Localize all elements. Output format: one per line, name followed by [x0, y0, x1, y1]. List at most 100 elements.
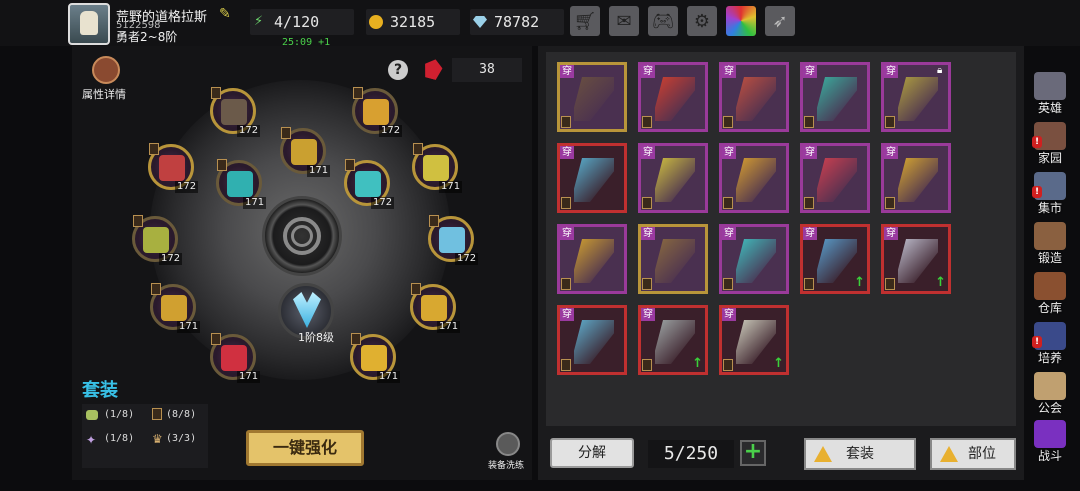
gear-icon[interactable]: ⚙ — [687, 6, 717, 36]
energy-counter[interactable]: ⚡ 4/120 — [250, 9, 354, 35]
item-art-icon — [898, 158, 938, 202]
gem-counter[interactable]: 78782 — [470, 9, 564, 35]
inventory-item[interactable]: 穿 — [800, 143, 870, 213]
set-badge-icon — [561, 359, 571, 371]
expand-capacity-button[interactable]: + — [740, 440, 766, 466]
item-art-icon — [817, 77, 857, 121]
inventory-item[interactable]: 穿 ↑ — [800, 224, 870, 294]
help-icon[interactable]: ? — [388, 60, 408, 80]
shop-cart-icon[interactable]: 🛒︎ — [570, 6, 600, 36]
sort-by-part-button[interactable]: 部位 — [930, 438, 1016, 470]
equipped-tag: 穿 — [803, 146, 817, 159]
equipped-tag: 穿 — [803, 227, 817, 240]
nav-house[interactable]: ! 家园 — [1028, 122, 1072, 166]
gem-value: 78782 — [494, 13, 540, 31]
equipment-item-icon — [159, 155, 185, 181]
nav-market[interactable]: ! 集市 — [1028, 172, 1072, 216]
lock-icon[interactable]: 🔒︎ — [937, 65, 947, 76]
nav-guild[interactable]: 公会 — [1028, 372, 1072, 416]
equipment-slot[interactable]: 171 — [412, 143, 463, 193]
sort-part-label: 部位 — [968, 446, 996, 462]
equipment-slot[interactable]: 171 — [350, 333, 401, 383]
inventory-item[interactable]: 穿 — [557, 224, 627, 294]
center-emblem — [262, 196, 342, 276]
equipped-tag: 穿 — [641, 65, 655, 78]
set-bow-icon — [86, 410, 98, 420]
equipment-item-icon — [361, 345, 387, 371]
inventory-item[interactable]: 穿 — [881, 143, 951, 213]
item-art-icon — [655, 77, 695, 121]
equipment-slot[interactable]: 171 — [410, 283, 461, 333]
nav-helmet[interactable]: 英雄 — [1028, 72, 1072, 116]
equipment-item-icon — [221, 345, 247, 371]
slot-badge-icon — [211, 333, 221, 345]
wings-icon — [293, 292, 321, 328]
equipment-slot[interactable]: 171 — [210, 333, 261, 383]
set-badge-icon — [885, 116, 895, 128]
player-avatar[interactable] — [68, 3, 110, 45]
equipment-wash-button[interactable]: 装备洗练 — [488, 432, 528, 472]
inventory-item[interactable]: 穿 — [638, 62, 708, 132]
attribute-details-label: 属性详情 — [82, 88, 126, 101]
inventory-item[interactable]: 穿 — [719, 62, 789, 132]
inventory-item[interactable]: 穿 — [719, 224, 789, 294]
slot-level: 172 — [159, 253, 183, 265]
inventory-item[interactable]: 穿 — [557, 62, 627, 132]
feather-icon[interactable]: ➶ — [765, 6, 795, 36]
nav-label: 英雄 — [1037, 101, 1062, 115]
equipment-slot[interactable]: 171 — [280, 127, 331, 177]
equipped-tag: 穿 — [560, 146, 574, 159]
one-click-enhance-button[interactable]: 一键强化 — [246, 430, 364, 466]
slot-level: 172 — [371, 197, 395, 209]
equipment-slot[interactable]: 171 — [150, 283, 201, 333]
gold-coin-icon — [369, 15, 383, 29]
wash-icon — [496, 432, 520, 456]
sort-set-label: 套装 — [846, 446, 874, 462]
decompose-button[interactable]: 分解 — [550, 438, 634, 468]
set-scroll-icon — [152, 408, 162, 420]
mail-icon[interactable]: ✉ — [609, 6, 639, 36]
inventory-item[interactable]: 穿 — [557, 305, 627, 375]
inventory-item[interactable]: 穿 ↑ — [719, 305, 789, 375]
nav-portal[interactable]: 战斗 — [1028, 420, 1072, 464]
nav-wizard[interactable]: ! 培养 — [1028, 322, 1072, 366]
equipment-slot[interactable]: 172 — [210, 87, 261, 137]
set-shuriken-icon: ✦ — [86, 433, 97, 447]
nav-anvil[interactable]: 锻造 — [1028, 222, 1072, 266]
set-badge-icon — [804, 197, 814, 209]
set-badge-icon — [723, 116, 733, 128]
edit-icon[interactable]: ✎ — [219, 6, 235, 22]
gamepad-icon[interactable]: 🎮︎ — [648, 6, 678, 36]
equipped-tag: 穿 — [884, 65, 898, 78]
item-art-icon — [574, 158, 614, 202]
inventory-item[interactable]: 穿 — [800, 62, 870, 132]
set-badge-icon — [642, 197, 652, 209]
slot-badge-icon — [411, 283, 421, 295]
item-art-icon — [736, 77, 776, 121]
equipment-slot[interactable]: 172 — [344, 159, 395, 209]
upgrade-arrow-icon: ↑ — [773, 356, 784, 371]
inventory-item[interactable]: 穿 ↑ — [881, 224, 951, 294]
sort-by-set-button[interactable]: 套装 — [804, 438, 916, 470]
equipment-slot[interactable]: 172 — [428, 215, 479, 265]
gold-counter[interactable]: 32185 — [366, 9, 460, 35]
equipment-slot[interactable]: 172 — [352, 87, 403, 137]
attribute-details-button[interactable]: 属性详情 — [82, 56, 132, 102]
energy-value: 4/120 — [274, 13, 320, 31]
inventory-item[interactable]: 穿 — [557, 143, 627, 213]
equipment-slot[interactable]: 172 — [132, 215, 183, 265]
equipped-tag: 穿 — [641, 308, 655, 321]
inventory-item[interactable]: 穿 — [638, 143, 708, 213]
inventory-item[interactable]: 穿 🔒︎ — [881, 62, 951, 132]
slot-badge-icon — [217, 159, 227, 171]
equipment-slot[interactable]: 171 — [216, 159, 267, 209]
equipment-slot[interactable]: 172 — [148, 143, 199, 193]
nav-warehouse[interactable]: 仓库 — [1028, 272, 1072, 316]
inventory-item[interactable]: 穿 — [719, 143, 789, 213]
slot-level: 171 — [243, 197, 267, 209]
inventory-item[interactable]: 穿 ↑ — [638, 305, 708, 375]
item-art-icon — [817, 239, 857, 283]
inventory-item[interactable]: 穿 — [638, 224, 708, 294]
item-art-icon — [736, 239, 776, 283]
color-wheel-icon[interactable] — [726, 6, 756, 36]
